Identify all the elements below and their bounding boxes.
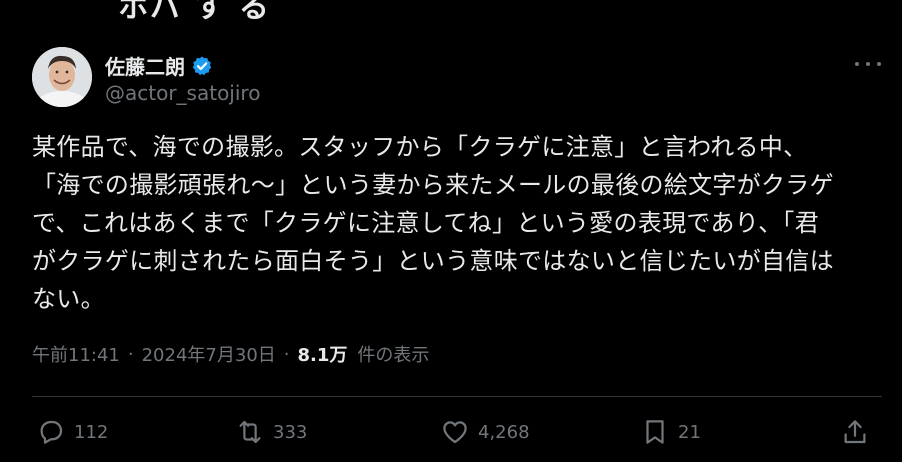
views-label[interactable]: 件の表示 <box>357 341 429 367</box>
tweet-actions: 112 333 4,268 21 <box>32 414 882 450</box>
retweet-button[interactable]: 333 <box>235 414 307 450</box>
meta-separator: · <box>283 343 290 365</box>
reply-button[interactable]: 112 <box>36 414 108 450</box>
tweet-date[interactable]: 2024年7月30日 <box>142 341 276 367</box>
retweet-count: 333 <box>273 421 308 443</box>
reply-icon <box>40 420 63 444</box>
share-button[interactable] <box>840 414 870 450</box>
tweet-page: ホバ す る 佐藤二朗 @actor_satojiro 某作品で、海での撮影。ス… <box>0 0 902 462</box>
more-dot <box>866 62 870 66</box>
tweet-meta: 午前11:41 · 2024年7月30日 · 8.1万 件の表示 <box>32 341 429 367</box>
bookmark-button[interactable]: 21 <box>640 414 701 450</box>
divider <box>32 396 882 397</box>
like-count: 4,268 <box>478 421 530 443</box>
more-icon[interactable] <box>855 60 881 68</box>
verified-badge-icon[interactable] <box>191 55 213 77</box>
tweet-text-line: 某作品で、海での撮影。スタッフから「クラゲに注意」と言われる中、 <box>32 133 808 161</box>
tweet-text-line: 「海での撮影頑張れ〜」という妻から来たメールの最後の絵文字がクラゲ <box>32 171 834 199</box>
share-icon <box>844 420 866 444</box>
tweet-text-line: で、これはあくまで「クラゲに注意してね」という愛の表現であり、「君 <box>32 209 820 237</box>
views-count[interactable]: 8.1万 <box>298 341 348 367</box>
like-button[interactable]: 4,268 <box>440 414 530 450</box>
more-dot <box>855 62 859 66</box>
tweet-time[interactable]: 午前11:41 <box>32 341 120 367</box>
tweet-text: 某作品で、海での撮影。スタッフから「クラゲに注意」と言われる中、 「海での撮影頑… <box>32 128 882 318</box>
author-handle[interactable]: @actor_satojiro <box>105 81 260 105</box>
reply-count: 112 <box>74 421 109 443</box>
author-display-name[interactable]: 佐藤二朗 <box>105 51 185 80</box>
author-name-row[interactable]: 佐藤二朗 <box>105 51 213 80</box>
previous-tweet-text-cutoff: ホバ す る <box>118 0 271 25</box>
tweet-text-line: がクラゲに刺されたら面白そう」という意味ではないと信じたいが自信は <box>32 247 834 275</box>
avatar[interactable] <box>32 47 92 107</box>
heart-icon <box>443 421 467 444</box>
bookmark-count: 21 <box>678 421 701 443</box>
meta-separator: · <box>127 343 134 365</box>
more-dot <box>877 62 881 66</box>
retweet-icon <box>239 420 261 444</box>
avatar-image <box>32 47 92 107</box>
tweet-text-line: ない。 <box>32 285 105 313</box>
tweet-header: 佐藤二朗 @actor_satojiro <box>32 47 881 109</box>
bookmark-icon <box>646 420 664 444</box>
